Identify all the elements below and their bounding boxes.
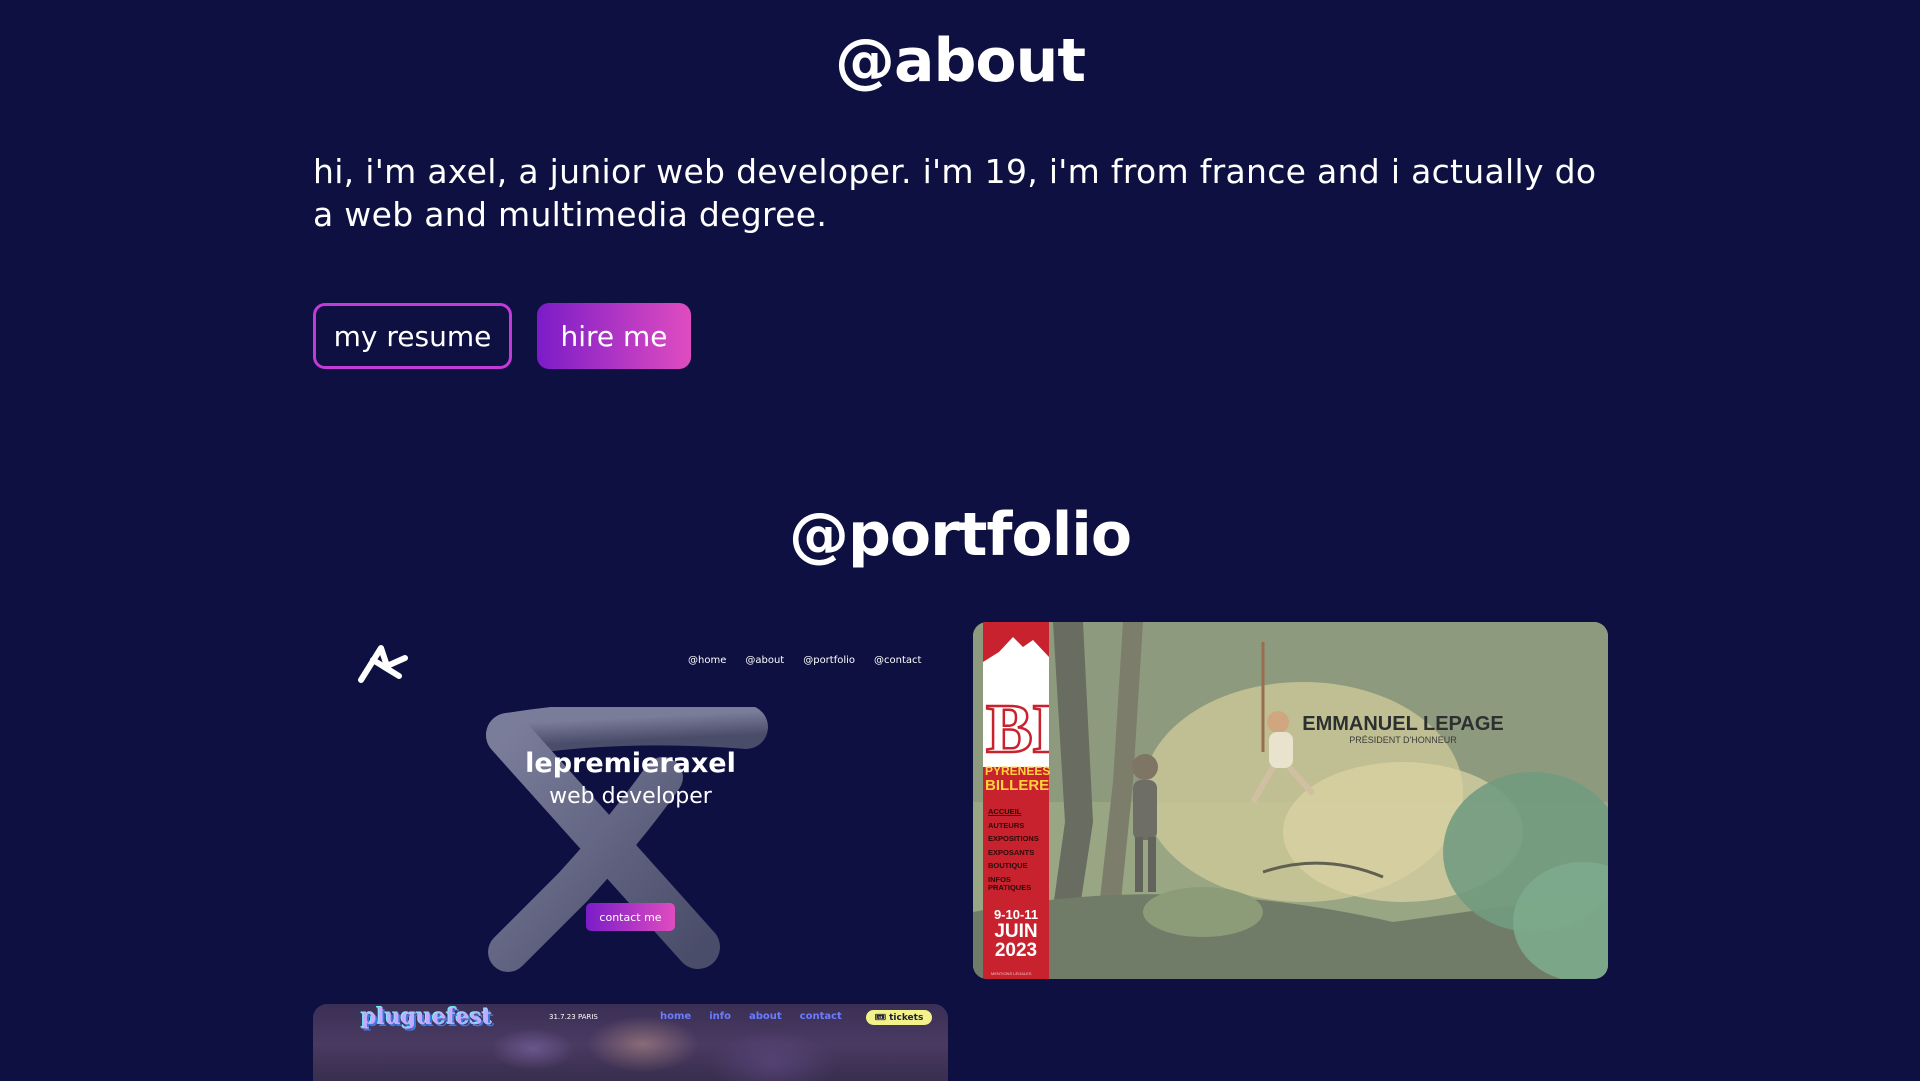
about-heading: @about <box>834 26 1086 96</box>
festival-brand: PYRENEES BILLERE <box>985 765 1050 794</box>
ticket-icon: 🎟 <box>874 1012 887 1023</box>
project-role: web developer <box>549 784 712 809</box>
about-description: hi, i'm axel, a junior web developer. i'… <box>313 152 1597 234</box>
project-card-pluguefest[interactable]: pluguefest 31.7.23 PARIS home info about… <box>313 1004 948 1081</box>
project-card-lepremieraxel[interactable]: @home @about @portfolio @contact lepremi… <box>313 622 948 979</box>
pluguefest-nav-info: info <box>709 1011 731 1022</box>
festival-menu-item: EXPOSANTS <box>988 847 1035 857</box>
pluguefest-logo: pluguefest <box>361 1004 493 1030</box>
festival-menu-item: AUTEURS <box>988 820 1025 830</box>
festival-dates: 9-10-11 JUIN 2023 <box>983 907 1049 960</box>
festival-sidebar: BD PYRENEES BILLERE ACCUEIL AUTEURS EXPO… <box>983 622 1052 979</box>
bd-logo-text: BD <box>986 691 1049 767</box>
pluguefest-nav-about: about <box>748 1011 782 1022</box>
project-nav-home: @home <box>688 655 727 666</box>
festival-legal: MENTIONS LÉGALES <box>991 971 1032 976</box>
festival-menu-item: ACCUEIL <box>988 807 1022 816</box>
festival-menu-item: PRATIQUES <box>988 882 1032 892</box>
festival-month: JUIN <box>994 921 1038 942</box>
project-nav-contact: @contact <box>874 655 922 666</box>
festival-days: 9-10-11 <box>993 907 1039 922</box>
forest-illustration <box>973 622 1608 979</box>
axel-logo-icon <box>358 645 408 683</box>
festival-menu-item: EXPOSITIONS <box>988 834 1039 843</box>
resume-button[interactable]: my resume <box>313 303 512 369</box>
project-nav: @home @about @portfolio @contact <box>688 655 921 666</box>
portfolio-heading: @portfolio <box>788 500 1132 570</box>
honorary-president-name: EMMANUEL LEPAGE <box>1302 713 1504 735</box>
project-contact-button: contact me <box>586 903 675 931</box>
pluguefest-tickets-button: 🎟 tickets <box>866 1010 932 1025</box>
hire-me-button[interactable]: hire me <box>537 303 691 369</box>
project-nav-portfolio: @portfolio <box>803 655 856 666</box>
bd-logo-icon: BD <box>983 637 1049 767</box>
honorary-president-role: PRÉSIDENT D'HONNEUR <box>1349 735 1457 745</box>
pluguefest-nav-home: home <box>660 1011 692 1022</box>
project-card-bd-pyrenees[interactable]: BD PYRENEES BILLERE ACCUEIL AUTEURS EXPO… <box>973 622 1608 979</box>
pluguefest-nav: home info about contact <box>660 1011 842 1022</box>
project-name: lepremieraxel <box>525 748 736 779</box>
festival-menu-item: BOUTIQUE <box>988 861 1028 870</box>
page: @about hi, i'm axel, a junior web develo… <box>0 0 1920 1081</box>
festival-year: 2023 <box>994 940 1038 961</box>
festival-menu-item: INFOS <box>988 874 1011 884</box>
festival-menu: ACCUEIL AUTEURS EXPOSITIONS EXPOSANTS BO… <box>988 805 1052 892</box>
pluguefest-nav-contact: contact <box>799 1011 842 1022</box>
festival-brand-line2: BILLERE <box>985 777 1050 794</box>
project-nav-about: @about <box>745 655 785 666</box>
pluguefest-tickets-label: tickets <box>889 1012 924 1023</box>
pluguefest-date: 31.7.23 PARIS <box>549 1013 598 1021</box>
